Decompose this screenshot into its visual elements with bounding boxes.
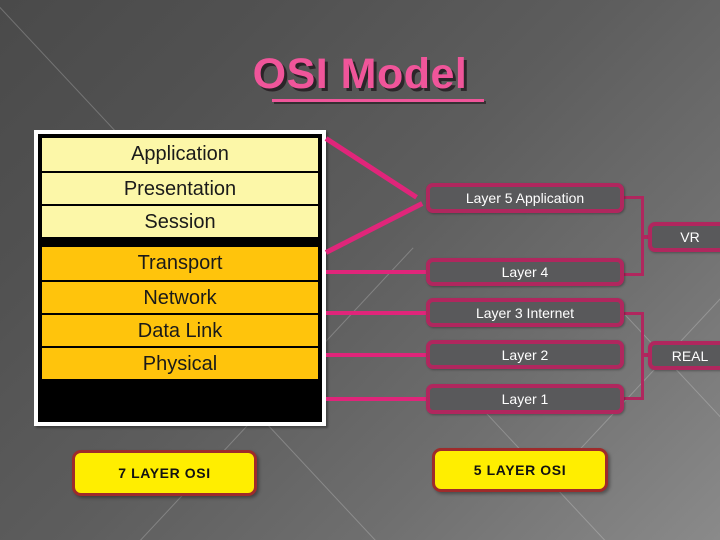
- osi-layer-physical: Physical: [42, 346, 318, 379]
- osi-layer-application: Application: [42, 138, 318, 171]
- osi-layer-transport: Transport: [42, 247, 318, 280]
- connector-datalink-to-layer2: [326, 353, 428, 357]
- osi-lower-layer-group: Transport Network Data Link Physical: [38, 247, 322, 383]
- box-layer-5-application: Layer 5 Application: [426, 183, 624, 213]
- osi-upper-layer-group: Application Presentation Session: [38, 134, 322, 237]
- osi-group-divider: [38, 237, 322, 247]
- box-group-vr: VR: [648, 222, 720, 252]
- bracket-real-bottom: [624, 397, 644, 400]
- connector-session-to-layer5: [324, 201, 424, 255]
- bracket-vr-bottom: [624, 273, 644, 276]
- connector-transport-to-layer4: [326, 270, 428, 274]
- caption-five-layer-osi: 5 LAYER OSI: [432, 448, 608, 492]
- osi-layer-presentation: Presentation: [42, 171, 318, 204]
- connector-network-to-layer3: [326, 311, 428, 315]
- page-title: OSI Model: [252, 50, 468, 98]
- box-layer-1: Layer 1: [426, 384, 624, 414]
- connector-application-to-layer5: [324, 136, 418, 200]
- slide-canvas: OSI Model Application Presentation Sessi…: [0, 0, 720, 540]
- box-layer-2: Layer 2: [426, 340, 624, 369]
- osi-layer-session: Session: [42, 204, 318, 237]
- osi-seven-layer-stack: Application Presentation Session Transpo…: [34, 130, 326, 426]
- box-layer-4: Layer 4: [426, 258, 624, 286]
- osi-layer-data-link: Data Link: [42, 313, 318, 346]
- box-group-real: REAL: [648, 341, 720, 370]
- box-layer-3-internet: Layer 3 Internet: [426, 298, 624, 327]
- connector-physical-to-layer1: [326, 397, 428, 401]
- caption-seven-layer-osi: 7 LAYER OSI: [72, 450, 257, 496]
- title-underline: [272, 99, 484, 102]
- osi-layer-network: Network: [42, 280, 318, 313]
- osi-stack-inner: Application Presentation Session Transpo…: [38, 134, 322, 422]
